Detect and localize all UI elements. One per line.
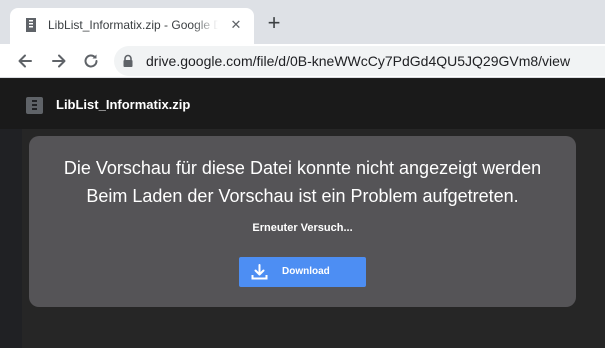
lock-icon[interactable] <box>122 54 134 68</box>
browser-toolbar: drive.google.com/file/d/0B-kneWWcCy7PdGd… <box>0 44 605 78</box>
close-tab-icon[interactable]: ✕ <box>228 17 244 33</box>
retry-link[interactable]: Erneuter Versuch... <box>29 222 576 234</box>
arrow-right-icon <box>52 54 66 68</box>
viewer-header: LibList_Informatix.zip <box>0 79 605 129</box>
browser-tab[interactable]: LibList_Informatix.zip - Google Drive ✕ <box>10 8 254 44</box>
download-label: Download <box>282 266 330 277</box>
url-text[interactable]: drive.google.com/file/d/0B-kneWWcCy7PdGd… <box>146 53 605 70</box>
preview-error-card: Die Vorschau für diese Datei konnte nich… <box>29 136 576 307</box>
download-icon <box>251 264 268 280</box>
address-bar[interactable]: drive.google.com/file/d/0B-kneWWcCy7PdGd… <box>114 46 605 76</box>
back-button[interactable] <box>12 48 38 74</box>
download-button[interactable]: Download <box>239 257 366 287</box>
new-tab-button[interactable]: + <box>262 12 286 36</box>
tab-strip: LibList_Informatix.zip - Google Drive ✕ … <box>0 0 605 44</box>
reload-button[interactable] <box>78 48 104 74</box>
file-name: LibList_Informatix.zip <box>56 97 191 112</box>
zip-file-icon <box>26 97 43 114</box>
reload-icon <box>84 54 98 68</box>
forward-button[interactable] <box>46 48 72 74</box>
tab-title: LibList_Informatix.zip - Google Drive <box>48 18 218 32</box>
preview-error-message: Beim Laden der Vorschau ist ein Problem … <box>86 186 519 206</box>
arrow-left-icon <box>18 54 32 68</box>
preview-error-title: Die Vorschau für diese Datei konnte nich… <box>63 158 542 178</box>
zip-file-icon <box>26 18 36 32</box>
